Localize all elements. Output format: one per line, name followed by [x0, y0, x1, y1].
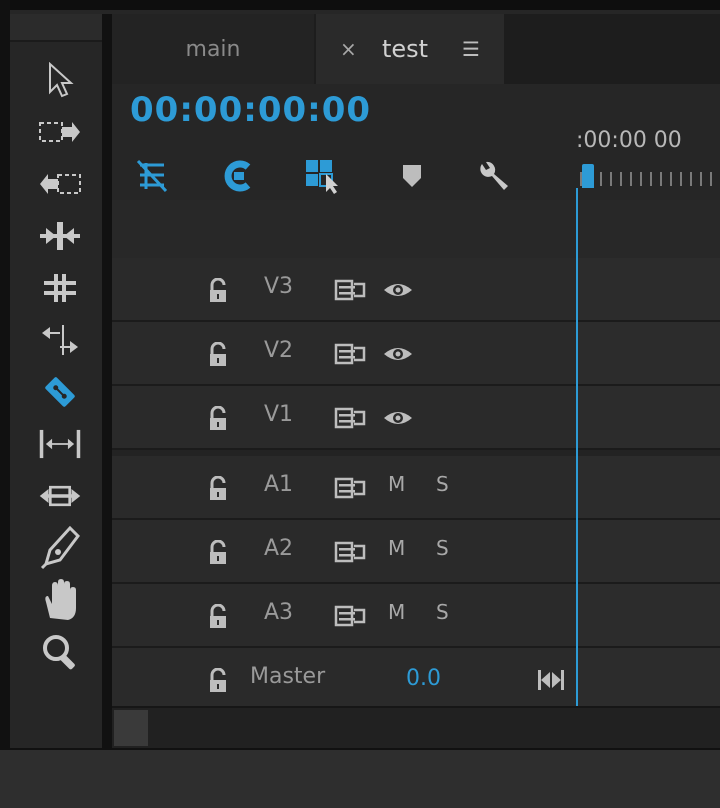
sync-lock-icon[interactable] — [334, 406, 366, 434]
ruler-timecode: :00:00 00 — [576, 128, 682, 153]
track-a3: A3 M S — [112, 584, 720, 648]
window-top-edge — [0, 0, 720, 10]
master-volume-value[interactable]: 0.0 — [406, 666, 441, 691]
timeline-panel: main × test ☰ 00:00:00:00 :00:00 00 V3 V… — [112, 14, 720, 750]
playhead-handle[interactable] — [582, 164, 594, 188]
ruler-ticks — [580, 172, 720, 186]
track-header: V3 — [112, 258, 576, 320]
track-a1: A1 M S — [112, 456, 720, 520]
rolling-edit-tool-icon[interactable] — [38, 266, 82, 310]
hand-tool-icon[interactable] — [38, 578, 82, 622]
sync-lock-icon[interactable] — [334, 476, 366, 504]
track-label[interactable]: A1 — [264, 472, 293, 497]
mute-button[interactable]: M — [388, 472, 405, 496]
sync-lock-icon[interactable] — [334, 540, 366, 568]
track-header: A3 M S — [112, 584, 576, 646]
track-label[interactable]: V2 — [264, 338, 293, 363]
track-area[interactable] — [578, 584, 720, 646]
solo-button[interactable]: S — [436, 600, 449, 624]
solo-button[interactable]: S — [436, 472, 449, 496]
track-area[interactable] — [578, 386, 720, 448]
razor-tool-icon[interactable] — [38, 370, 82, 414]
track-label[interactable]: V1 — [264, 402, 293, 427]
eye-icon[interactable] — [382, 406, 414, 434]
playhead-timecode[interactable]: 00:00:00:00 — [130, 90, 371, 130]
tab-main[interactable]: main — [112, 14, 314, 84]
sync-lock-icon[interactable] — [334, 342, 366, 370]
lock-icon[interactable] — [206, 341, 230, 372]
rate-stretch-tool-icon[interactable] — [38, 318, 82, 362]
tab-test-label: test — [382, 35, 429, 63]
settings-wrench-icon[interactable] — [474, 156, 514, 196]
track-header: V1 — [112, 386, 576, 448]
track-header: A2 M S — [112, 520, 576, 582]
tab-main-label: main — [185, 36, 241, 62]
track-label[interactable]: A2 — [264, 536, 293, 561]
bottom-panel — [0, 748, 720, 808]
track-header: V2 — [112, 322, 576, 384]
pen-tool-icon[interactable] — [38, 526, 82, 570]
insert-overwrite-icon[interactable] — [304, 156, 344, 196]
track-master: Master 0.0 — [112, 648, 720, 708]
track-select-forward-tool-icon[interactable] — [38, 110, 82, 154]
eye-icon[interactable] — [382, 278, 414, 306]
track-header: A1 M S — [112, 456, 576, 518]
tools-panel-header — [10, 14, 102, 42]
track-select-backward-tool-icon[interactable] — [38, 162, 82, 206]
eye-icon[interactable] — [382, 342, 414, 370]
track-area[interactable] — [578, 456, 720, 518]
track-area[interactable] — [578, 258, 720, 320]
scrollbar-thumb[interactable] — [114, 710, 148, 746]
timeline-spacer-row — [112, 200, 720, 259]
mute-button[interactable]: M — [388, 600, 405, 624]
add-marker-icon[interactable] — [392, 156, 432, 196]
linked-selection-icon[interactable] — [216, 156, 256, 196]
lock-icon[interactable] — [206, 667, 230, 698]
horizontal-scrollbar[interactable] — [112, 706, 720, 750]
lock-icon[interactable] — [206, 539, 230, 570]
track-label[interactable]: A3 — [264, 600, 293, 625]
track-a2: A2 M S — [112, 520, 720, 584]
track-label[interactable]: V3 — [264, 274, 293, 299]
left-edge — [0, 0, 10, 806]
time-ruler[interactable]: :00:00 00 — [576, 84, 720, 200]
lock-icon[interactable] — [206, 405, 230, 436]
lock-icon[interactable] — [206, 475, 230, 506]
tab-close-icon[interactable]: × — [340, 37, 357, 61]
master-keyframe-icon[interactable] — [536, 668, 566, 696]
track-area[interactable] — [578, 520, 720, 582]
tools-panel — [10, 14, 112, 748]
ripple-edit-tool-icon[interactable] — [38, 214, 82, 258]
master-label: Master — [250, 664, 326, 689]
track-area[interactable] — [578, 322, 720, 384]
tab-menu-icon[interactable]: ☰ — [462, 37, 480, 61]
lock-icon[interactable] — [206, 277, 230, 308]
zoom-tool-icon[interactable] — [38, 630, 82, 674]
tab-test[interactable]: × test ☰ — [316, 14, 504, 84]
track-header: Master 0.0 — [112, 648, 576, 706]
snap-icon[interactable] — [132, 156, 172, 196]
slide-tool-icon[interactable] — [38, 474, 82, 518]
sync-lock-icon[interactable] — [334, 278, 366, 306]
lock-icon[interactable] — [206, 603, 230, 634]
track-v1: V1 — [112, 386, 720, 450]
solo-button[interactable]: S — [436, 536, 449, 560]
track-v2: V2 — [112, 322, 720, 386]
playhead-line[interactable] — [576, 188, 578, 706]
mute-button[interactable]: M — [388, 536, 405, 560]
track-v3: V3 — [112, 258, 720, 322]
tab-bar: main × test ☰ — [112, 14, 720, 84]
slip-tool-icon[interactable] — [38, 422, 82, 466]
selection-tool-icon[interactable] — [38, 58, 82, 102]
sync-lock-icon[interactable] — [334, 604, 366, 632]
track-area[interactable] — [578, 648, 720, 706]
